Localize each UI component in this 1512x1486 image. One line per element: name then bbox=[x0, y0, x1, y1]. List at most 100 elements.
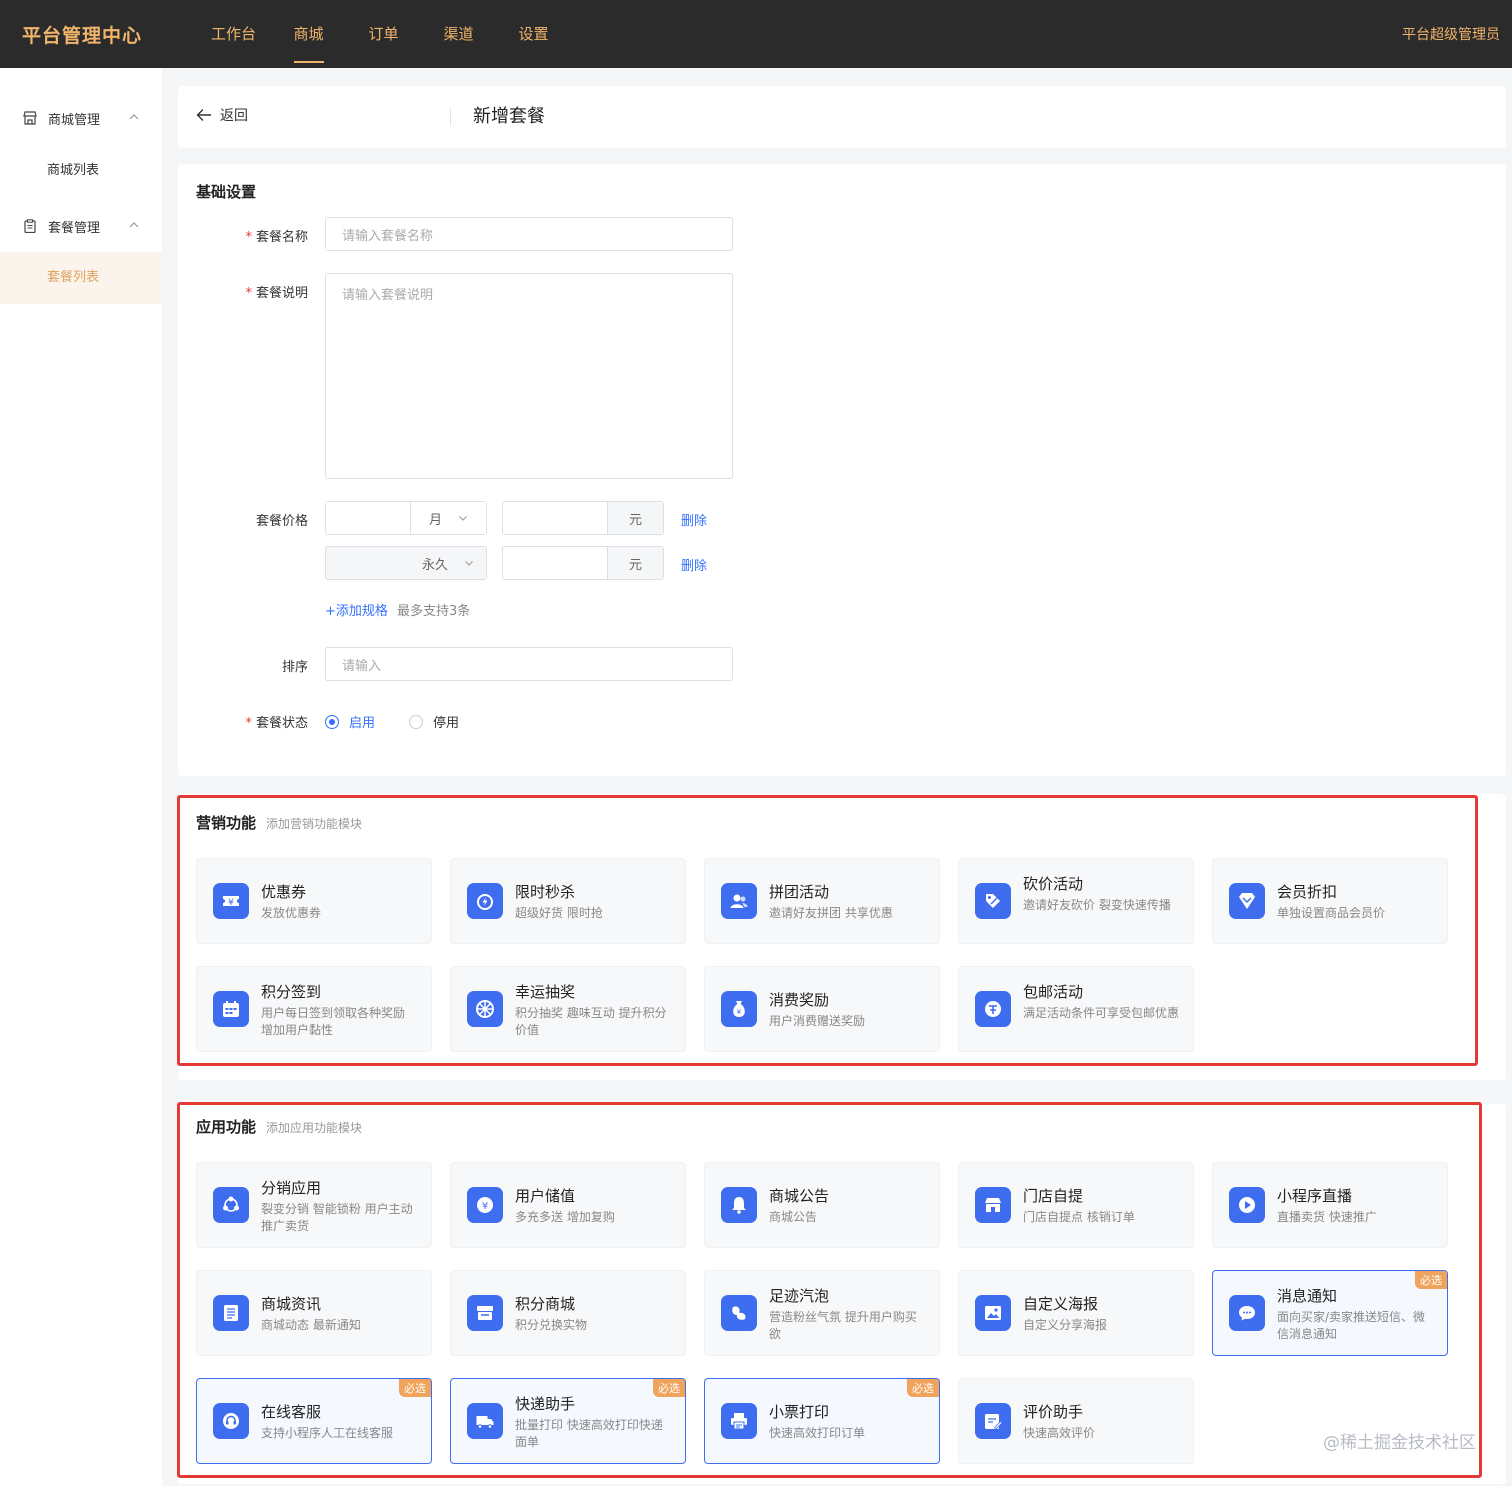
card-desc: 邀请好友拼团 共享优惠 bbox=[769, 906, 893, 920]
module-card-coupon[interactable]: ¥ 优惠券 发放优惠券 bbox=[196, 858, 432, 944]
svg-text:¥: ¥ bbox=[737, 1008, 742, 1016]
module-card-store-pickup[interactable]: 门店自提 门店自提点 核销订单 bbox=[958, 1162, 1194, 1248]
card-desc: 直播卖货 快速推广 bbox=[1277, 1210, 1377, 1224]
module-card-member-discount[interactable]: 会员折扣 单独设置商品会员价 bbox=[1212, 858, 1448, 944]
module-card-free-shipping[interactable]: 包邮活动 满足活动条件可享受包邮优惠 bbox=[958, 966, 1194, 1052]
nav-settings[interactable]: 设置 bbox=[496, 0, 571, 68]
status-radio-disabled[interactable]: 停用 bbox=[409, 712, 459, 731]
module-card-footprint[interactable]: 足迹汽泡 营造粉丝气氛 提升用户购买欲 bbox=[704, 1270, 940, 1356]
sort-label: 排序 bbox=[281, 660, 308, 675]
card-title: 拼团活动 bbox=[769, 883, 830, 901]
nav-channels[interactable]: 渠道 bbox=[421, 0, 496, 68]
delete-price-button[interactable]: 删除 bbox=[681, 510, 707, 529]
price-amount-input[interactable] bbox=[326, 502, 410, 534]
price-input[interactable] bbox=[503, 502, 607, 534]
sort-input[interactable]: 请输入 bbox=[325, 647, 733, 681]
coupon-icon: ¥ bbox=[213, 883, 249, 919]
express-icon bbox=[467, 1403, 503, 1439]
card-desc: 积分抽奖 趣味互动 提升积分价值 bbox=[515, 1006, 667, 1037]
status-radio-enabled[interactable]: 启用 bbox=[325, 712, 375, 731]
clipboard-icon bbox=[22, 218, 38, 234]
price-amount-input bbox=[326, 547, 410, 579]
radio-dot bbox=[409, 714, 423, 729]
message-icon bbox=[1229, 1295, 1265, 1331]
card-desc: 用户消费赠送奖励 bbox=[769, 1014, 866, 1028]
card-desc: 门店自提点 核销订单 bbox=[1023, 1210, 1135, 1224]
module-card-announcement[interactable]: 商城公告 商城公告 bbox=[704, 1162, 940, 1248]
module-card-group-buy[interactable]: 拼团活动 邀请好友拼团 共享优惠 bbox=[704, 858, 940, 944]
nav-mall[interactable]: 商城 bbox=[271, 0, 346, 68]
card-desc: 营造粉丝气氛 提升用户购买欲 bbox=[769, 1310, 917, 1341]
card-title: 小程序直播 bbox=[1277, 1187, 1353, 1205]
sidebar-item-package-list[interactable]: 套餐列表 bbox=[0, 252, 162, 304]
card-title: 限时秒杀 bbox=[515, 883, 576, 901]
lottery-icon bbox=[467, 991, 503, 1027]
package-name-label: * 套餐名称 bbox=[245, 230, 308, 245]
svg-text:¥: ¥ bbox=[228, 898, 234, 908]
status-label: * 套餐状态 bbox=[245, 716, 308, 731]
package-desc-textarea[interactable]: 请输入套餐说明 bbox=[325, 273, 733, 479]
price-value-input[interactable]: 元 bbox=[502, 501, 664, 535]
nav-workbench[interactable]: 工作台 bbox=[196, 0, 271, 68]
module-card-customer-service[interactable]: 在线客服 支持小程序人工在线客服 必选 bbox=[196, 1378, 432, 1464]
module-card-reward[interactable]: ¥ 消费奖励 用户消费赠送奖励 bbox=[704, 966, 940, 1052]
module-card-review[interactable]: 评价助手 快速高效评价 bbox=[958, 1378, 1194, 1464]
checkin-icon bbox=[213, 991, 249, 1027]
card-title: 分销应用 bbox=[261, 1179, 322, 1197]
module-card-express[interactable]: 快递助手 批量打印 快速高效打印快递面单 必选 bbox=[450, 1378, 686, 1464]
card-title: 足迹汽泡 bbox=[769, 1287, 830, 1305]
application-functions-panel: 应用功能 添加应用功能模块 分销应用 裂变分销 智能锁粉 用户主动推广卖货 ¥ 用… bbox=[178, 1104, 1506, 1484]
card-title: 包邮活动 bbox=[1023, 983, 1084, 1001]
price-input[interactable] bbox=[503, 547, 607, 579]
user-menu[interactable]: 平台超级管理员 bbox=[1402, 24, 1500, 44]
flash-sale-icon bbox=[467, 883, 503, 919]
period-dropdown[interactable]: 月 bbox=[410, 502, 486, 534]
sidebar-item-mall-list[interactable]: 商城列表 bbox=[0, 145, 162, 197]
module-card-distribution[interactable]: 分销应用 裂变分销 智能锁粉 用户主动推广卖货 bbox=[196, 1162, 432, 1248]
free-shipping-icon bbox=[975, 991, 1011, 1027]
module-card-points-mall[interactable]: 积分商城 积分兑换实物 bbox=[450, 1270, 686, 1356]
card-title: 门店自提 bbox=[1023, 1187, 1084, 1205]
add-spec-button[interactable]: +添加规格 bbox=[325, 600, 388, 619]
module-card-poster[interactable]: 自定义海报 自定义分享海报 bbox=[958, 1270, 1194, 1356]
back-button[interactable]: 返回 bbox=[196, 105, 248, 125]
news-icon bbox=[213, 1295, 249, 1331]
module-card-lottery[interactable]: 幸运抽奖 积分抽奖 趣味互动 提升积分价值 bbox=[450, 966, 686, 1052]
module-card-news[interactable]: 商城资讯 商城动态 最新通知 bbox=[196, 1270, 432, 1356]
card-desc: 商城公告 bbox=[769, 1210, 818, 1224]
card-desc: 面向买家/卖家推送短信、微信消息通知 bbox=[1277, 1310, 1426, 1341]
sidebar-group-mall[interactable]: 商城管理 bbox=[0, 98, 162, 138]
back-label: 返回 bbox=[220, 108, 248, 124]
module-card-bargain[interactable]: 砍价活动 邀请好友砍价 裂变快速传播 bbox=[958, 858, 1194, 944]
card-title: 会员折扣 bbox=[1277, 883, 1338, 901]
nav-orders[interactable]: 订单 bbox=[346, 0, 421, 68]
module-card-printer[interactable]: 小票打印 快速高效打印订单 必选 bbox=[704, 1378, 940, 1464]
unit-label: 元 bbox=[607, 502, 663, 534]
module-card-message[interactable]: 消息通知 面向买家/卖家推送短信、微信消息通知 必选 bbox=[1212, 1270, 1448, 1356]
chevron-down-icon bbox=[459, 516, 467, 521]
module-card-flash-sale[interactable]: 限时秒杀 超级好货 限时抢 bbox=[450, 858, 686, 944]
card-title: 小票打印 bbox=[769, 1403, 830, 1421]
required-mark: * bbox=[245, 716, 252, 731]
header-divider bbox=[450, 108, 451, 126]
module-card-recharge[interactable]: ¥ 用户储值 多充多送 增加复购 bbox=[450, 1162, 686, 1248]
price-value-input[interactable]: 元 bbox=[502, 546, 664, 580]
required-mark: * bbox=[245, 286, 252, 301]
card-title: 砍价活动 bbox=[1023, 875, 1084, 893]
price-period-select[interactable]: 月 bbox=[325, 501, 487, 535]
required-badge: 必选 bbox=[399, 1379, 431, 1397]
module-card-live[interactable]: 小程序直播 直播卖货 快速推广 bbox=[1212, 1162, 1448, 1248]
sidebar-group-package[interactable]: 套餐管理 bbox=[0, 206, 162, 246]
reward-icon: ¥ bbox=[721, 991, 757, 1027]
required-badge: 必选 bbox=[1415, 1271, 1447, 1289]
customer-service-icon bbox=[213, 1403, 249, 1439]
delete-price-button[interactable]: 删除 bbox=[681, 555, 707, 574]
review-icon bbox=[975, 1403, 1011, 1439]
store-pickup-icon bbox=[975, 1187, 1011, 1223]
sidebar-group-label: 商城管理 bbox=[48, 112, 101, 128]
brand-title: 平台管理中心 bbox=[22, 25, 143, 47]
card-desc: 商城动态 最新通知 bbox=[261, 1318, 361, 1332]
points-mall-icon bbox=[467, 1295, 503, 1331]
module-card-checkin[interactable]: 积分签到 用户每日签到领取各种奖励 增加用户黏性 bbox=[196, 966, 432, 1052]
package-name-input[interactable]: 请输入套餐名称 bbox=[325, 217, 733, 251]
